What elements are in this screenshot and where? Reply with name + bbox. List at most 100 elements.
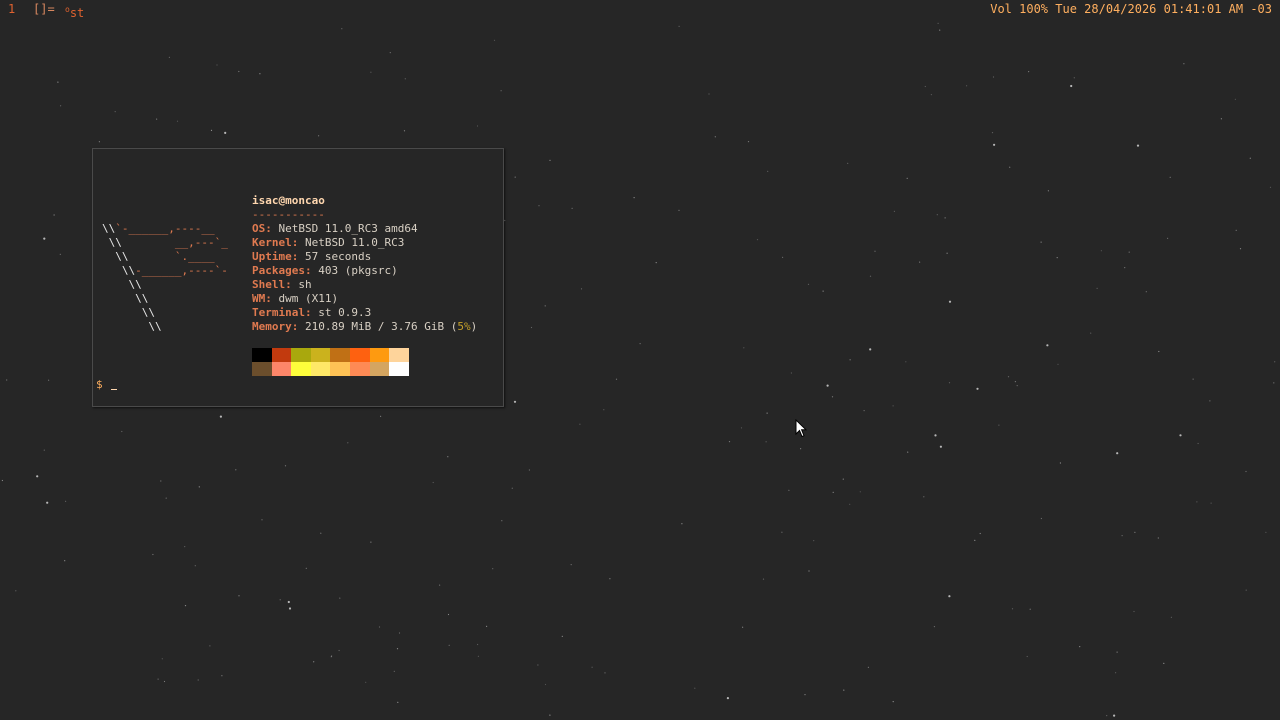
star xyxy=(930,94,933,96)
star xyxy=(184,546,186,548)
star xyxy=(1235,229,1237,231)
star xyxy=(320,532,322,534)
star xyxy=(742,626,744,628)
info-value: NetBSD 11.0_RC3 xyxy=(305,236,405,249)
color-palette xyxy=(252,348,409,376)
memory-percent: 5% xyxy=(457,320,471,333)
star xyxy=(944,217,946,219)
star xyxy=(365,681,367,683)
color-swatch xyxy=(291,362,311,376)
star xyxy=(976,387,979,390)
info-value: 57 seconds xyxy=(305,250,372,263)
star xyxy=(893,210,896,212)
info-key-suffix: : xyxy=(265,222,279,235)
info-value: NetBSD 11.0_RC3 amd64 xyxy=(278,222,418,235)
star xyxy=(1100,250,1102,252)
layout-indicator[interactable]: []= xyxy=(33,0,55,19)
star xyxy=(1026,655,1028,658)
info-key: Memory xyxy=(252,320,292,333)
star xyxy=(708,93,710,95)
star xyxy=(1115,672,1117,674)
star xyxy=(65,500,67,502)
star xyxy=(579,423,581,425)
star xyxy=(6,379,8,381)
color-swatch xyxy=(369,362,390,376)
star xyxy=(1239,248,1242,250)
star xyxy=(393,670,395,673)
star xyxy=(339,597,341,599)
star xyxy=(905,361,907,363)
star xyxy=(1220,118,1222,120)
info-line: Packages: 403 (pkgsrc) xyxy=(252,264,477,278)
star xyxy=(447,613,450,616)
star xyxy=(1183,63,1185,65)
star xyxy=(404,78,406,80)
star xyxy=(341,28,343,30)
star xyxy=(398,632,401,634)
star xyxy=(57,81,59,83)
star xyxy=(318,135,320,137)
info-line: Shell: sh xyxy=(252,278,477,292)
star xyxy=(500,90,502,92)
star xyxy=(923,496,925,498)
info-key-suffix: : xyxy=(291,250,305,263)
star xyxy=(694,687,696,689)
star xyxy=(998,424,1000,426)
star xyxy=(284,465,287,467)
info-key-suffix: : xyxy=(265,292,279,305)
star xyxy=(486,625,488,628)
star xyxy=(869,275,872,277)
star xyxy=(615,378,618,380)
star xyxy=(948,382,951,384)
info-key: Packages xyxy=(252,264,305,277)
star xyxy=(43,237,46,240)
star xyxy=(1167,237,1169,239)
star xyxy=(198,486,200,488)
info-value: st 0.9.3 xyxy=(318,306,372,319)
star xyxy=(1029,608,1031,610)
terminal-window[interactable]: \\`-______,----__ \\ __,---`_ \\ `.____ … xyxy=(92,148,504,407)
star xyxy=(1234,98,1236,100)
star xyxy=(194,565,196,567)
star xyxy=(389,52,391,54)
star xyxy=(765,441,767,443)
star xyxy=(874,250,876,252)
user-host: isac@moncao xyxy=(252,194,325,207)
workspace-tag-1[interactable]: 1 xyxy=(8,0,15,19)
star xyxy=(966,85,968,87)
star xyxy=(1197,442,1199,445)
star xyxy=(36,475,39,478)
star xyxy=(1090,332,1092,334)
star xyxy=(216,64,218,66)
star xyxy=(1073,77,1075,79)
star xyxy=(826,384,829,387)
color-swatch xyxy=(271,348,292,362)
shell-prompt[interactable]: $ xyxy=(96,378,118,392)
palette-row-normal xyxy=(252,348,409,362)
star xyxy=(1113,714,1116,717)
star xyxy=(176,120,179,122)
info-key-suffix: : xyxy=(285,278,299,291)
star xyxy=(1134,531,1136,534)
color-swatch xyxy=(252,348,272,362)
star xyxy=(64,560,66,562)
star xyxy=(782,256,784,258)
info-key: OS xyxy=(252,222,266,235)
star xyxy=(842,478,844,480)
star xyxy=(1116,651,1118,653)
star xyxy=(1047,190,1049,192)
star xyxy=(939,445,943,448)
star xyxy=(549,159,551,161)
star xyxy=(528,469,531,471)
star xyxy=(1014,381,1017,383)
star xyxy=(1070,84,1073,88)
star xyxy=(726,697,730,700)
star xyxy=(561,635,563,638)
netbsd-ascii-logo: \\`-______,----__ \\ __,---`_ \\ `.____ … xyxy=(102,222,228,333)
star xyxy=(43,449,45,451)
info-key: Shell xyxy=(252,278,286,291)
star xyxy=(892,701,894,703)
star xyxy=(1269,186,1272,188)
star xyxy=(974,539,976,542)
star xyxy=(530,326,533,329)
